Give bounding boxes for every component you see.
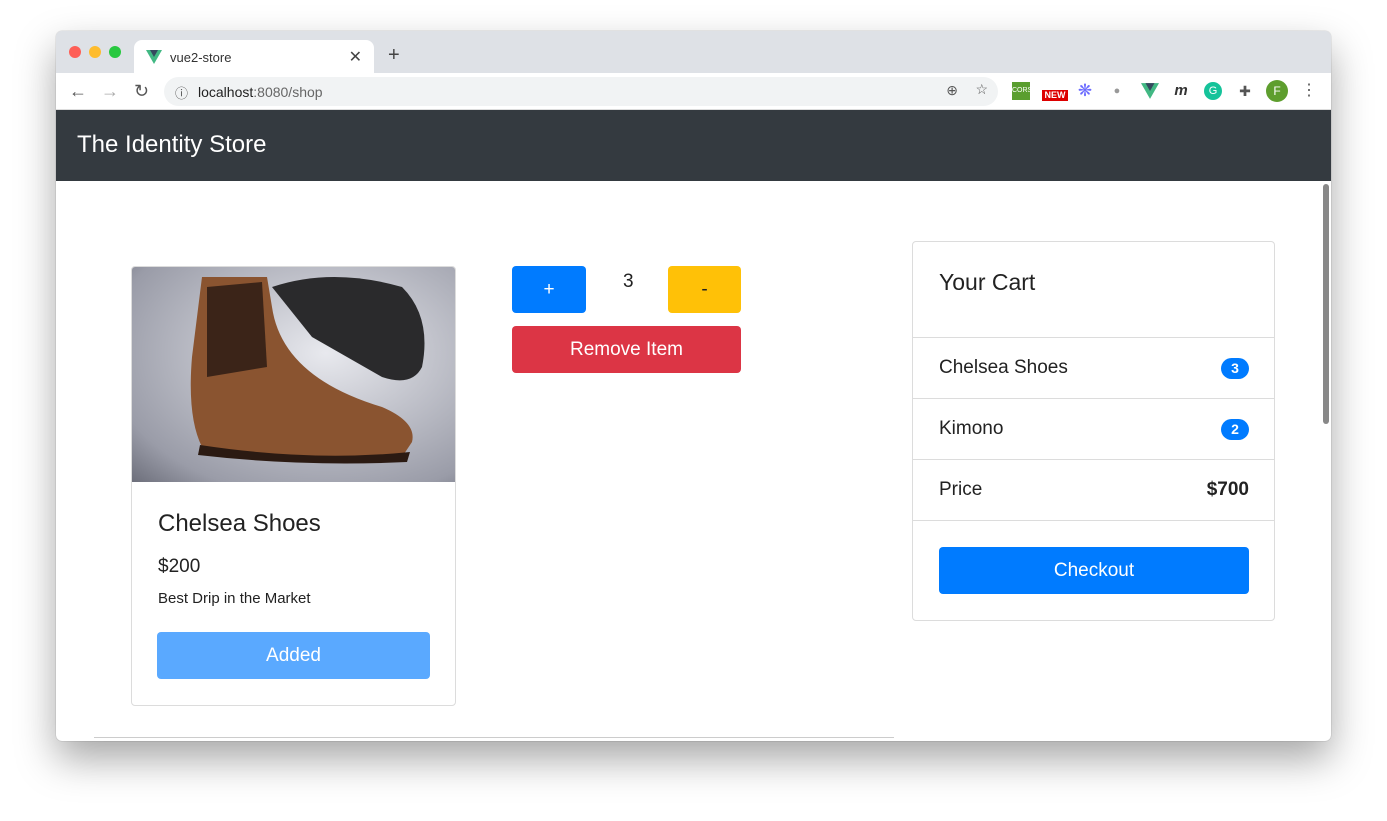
- maximize-window-button[interactable]: [109, 46, 121, 58]
- cart-panel: Your Cart Chelsea Shoes 3 Kimono 2 Price $7…: [912, 241, 1275, 621]
- url-host: localhost: [198, 84, 254, 100]
- browser-tab[interactable]: vue2-store ✕: [134, 40, 374, 73]
- decrease-quantity-button[interactable]: -: [668, 266, 741, 313]
- product-card: Chelsea Shoes $200 Best Drip in the Mark…: [131, 266, 456, 706]
- info-icon: ⓘ: [175, 86, 189, 101]
- cart-item-name: Chelsea Shoes: [939, 357, 1068, 378]
- added-button[interactable]: Added: [157, 632, 430, 679]
- cart-title: Your Cart: [913, 242, 1274, 338]
- page-content: Chelsea Shoes $200 Best Drip in the Mark…: [56, 181, 1331, 741]
- cart-item-name: Kimono: [939, 418, 1004, 439]
- zoom-icon[interactable]: ⊕: [946, 82, 958, 99]
- tab-title: vue2-store: [170, 50, 232, 65]
- divider: [94, 737, 894, 738]
- bookmark-star-icon[interactable]: ☆: [975, 81, 988, 98]
- quantity-badge: 2: [1221, 419, 1249, 440]
- checkout-button[interactable]: Checkout: [939, 547, 1249, 594]
- product-image: [132, 267, 455, 482]
- increase-quantity-button[interactable]: +: [512, 266, 586, 313]
- tab-bar: vue2-store ✕ +: [56, 31, 1331, 73]
- product-price: $200: [158, 556, 201, 577]
- total-price: $700: [1206, 479, 1249, 500]
- boot-picture: [190, 277, 425, 464]
- quantity-badge: 3: [1221, 358, 1249, 379]
- profile-avatar[interactable]: F: [1266, 80, 1288, 102]
- m-icon[interactable]: m: [1172, 82, 1190, 100]
- vue-devtools-icon[interactable]: [1141, 82, 1159, 100]
- forward-icon[interactable]: →: [101, 81, 119, 102]
- close-window-button[interactable]: [69, 46, 81, 58]
- cart-item: Chelsea Shoes 3: [913, 338, 1274, 399]
- puzzle-icon[interactable]: ✚: [1236, 82, 1254, 100]
- browser-toolbar: ← → ↻ ⓘ localhost:8080/shop ⊕ ☆ CORS NEW…: [56, 73, 1331, 110]
- brand[interactable]: The Identity Store: [77, 131, 266, 158]
- new-tab-button[interactable]: +: [388, 44, 400, 67]
- new-badge-icon[interactable]: NEW: [1042, 90, 1068, 101]
- cart-total-row: Price $700: [913, 460, 1274, 521]
- product-name: Chelsea Shoes: [158, 510, 321, 537]
- snowflake-icon[interactable]: ❋: [1076, 82, 1094, 100]
- navbar: The Identity Store: [56, 110, 1331, 181]
- remove-item-button[interactable]: Remove Item: [512, 326, 741, 373]
- menu-icon[interactable]: ⋮: [1300, 82, 1318, 100]
- url-path: :8080/shop: [253, 84, 323, 100]
- cors-icon[interactable]: CORS: [1012, 82, 1032, 100]
- tomato-icon[interactable]: ●: [1108, 82, 1126, 100]
- address-bar[interactable]: ⓘ localhost:8080/shop ⊕ ☆: [164, 77, 998, 106]
- grammarly-icon[interactable]: G: [1204, 82, 1222, 100]
- back-icon[interactable]: ←: [69, 81, 87, 102]
- product-description: Best Drip in the Market: [158, 590, 311, 607]
- quantity-value: 3: [623, 271, 634, 292]
- reload-icon[interactable]: ↻: [134, 81, 149, 102]
- minimize-window-button[interactable]: [89, 46, 101, 58]
- scrollbar[interactable]: [1323, 184, 1329, 424]
- browser-window: vue2-store ✕ + ← → ↻ ⓘ localhost:8080/sh…: [56, 31, 1331, 741]
- vue-logo-icon: [146, 50, 162, 64]
- cart-item: Kimono 2: [913, 399, 1274, 460]
- close-tab-icon[interactable]: ✕: [349, 47, 362, 67]
- price-label: Price: [939, 479, 983, 500]
